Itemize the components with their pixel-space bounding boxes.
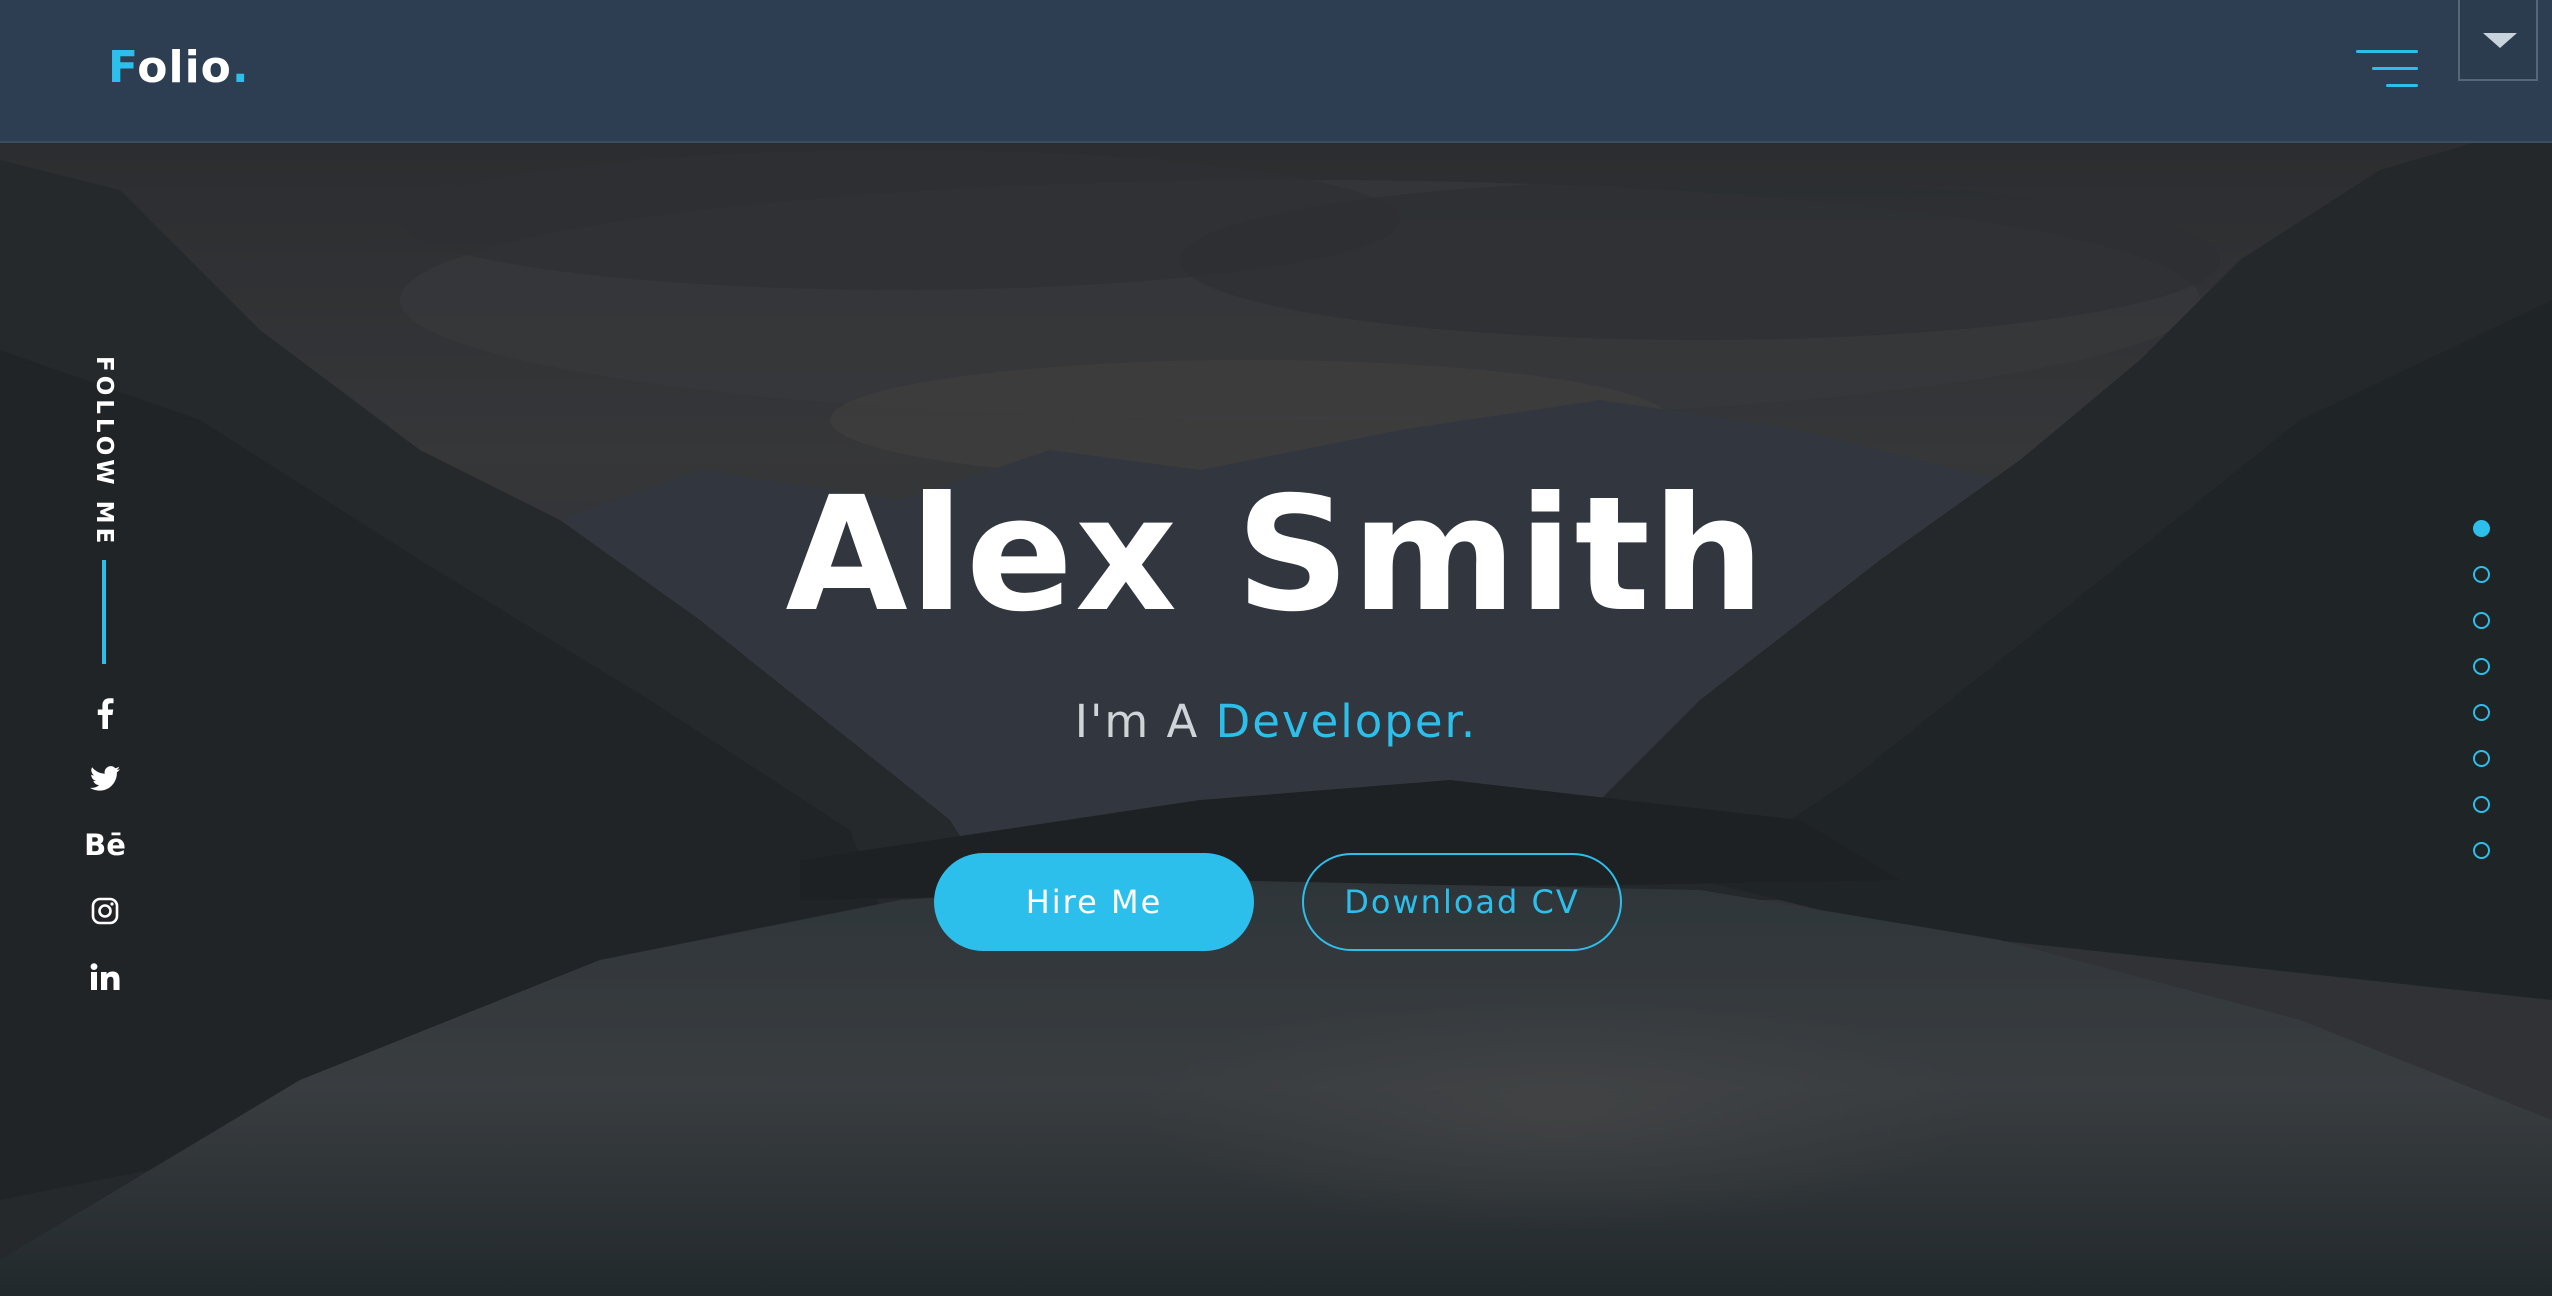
hero-tagline: I'm A Developer. bbox=[0, 690, 2552, 754]
top-navbar: Folio. bbox=[0, 0, 2552, 143]
hamburger-menu-icon[interactable] bbox=[2356, 50, 2418, 90]
section-nav-dots bbox=[2470, 520, 2494, 860]
section-dot[interactable] bbox=[2473, 796, 2490, 813]
section-dot[interactable] bbox=[2473, 704, 2490, 721]
hero-role: Developer. bbox=[1215, 695, 1478, 748]
twitter-icon[interactable] bbox=[82, 756, 128, 802]
download-cv-button[interactable]: Download CV bbox=[1302, 853, 1622, 951]
logo-initial: F bbox=[108, 42, 138, 93]
hero-name: Alex Smith bbox=[785, 463, 1767, 647]
section-dot[interactable] bbox=[2473, 658, 2490, 675]
behance-icon[interactable]: Bē bbox=[82, 822, 128, 868]
section-dot[interactable] bbox=[2473, 566, 2490, 583]
page: Folio. FOLLOW ME Bē Alex Smith I'm A Dev… bbox=[0, 0, 2552, 1296]
hero-background-image bbox=[0, 0, 2552, 1296]
section-dot[interactable] bbox=[2473, 750, 2490, 767]
hero-intro: I'm A bbox=[1074, 695, 1216, 748]
site-logo[interactable]: Folio. bbox=[108, 42, 250, 93]
instagram-icon[interactable] bbox=[82, 888, 128, 934]
linkedin-icon[interactable] bbox=[82, 954, 128, 1000]
section-dot[interactable] bbox=[2473, 842, 2490, 859]
caret-down-icon[interactable] bbox=[2458, 0, 2538, 81]
section-dot[interactable] bbox=[2473, 520, 2490, 537]
hire-me-button[interactable]: Hire Me bbox=[934, 853, 1254, 951]
logo-text: olio bbox=[137, 42, 232, 93]
section-dot[interactable] bbox=[2473, 612, 2490, 629]
logo-dot: . bbox=[231, 42, 250, 93]
